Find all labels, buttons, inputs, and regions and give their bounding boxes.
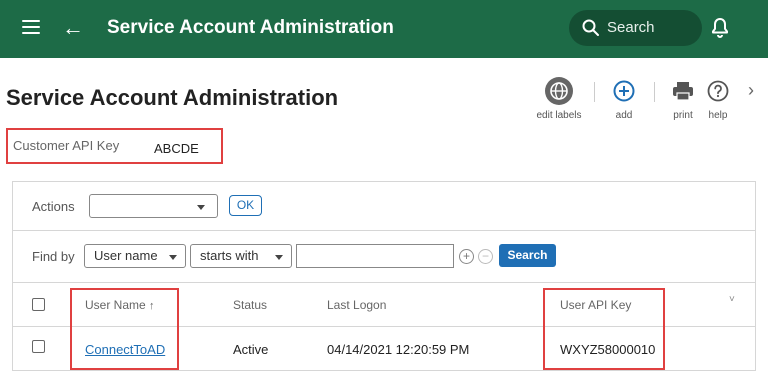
- chevron-right-icon[interactable]: ›: [748, 80, 754, 101]
- customer-api-key-label: Customer API Key: [13, 138, 120, 153]
- actions-label: Actions: [32, 199, 75, 214]
- caret-down-icon: [197, 205, 205, 210]
- back-arrow-icon[interactable]: ←: [62, 14, 84, 42]
- select-all-checkbox[interactable]: [32, 298, 45, 311]
- actions-select[interactable]: [89, 194, 218, 218]
- add-circle-icon: [613, 80, 635, 102]
- menu-icon[interactable]: [22, 20, 40, 36]
- global-search[interactable]: Search: [569, 10, 702, 46]
- column-menu-icon[interactable]: ˅: [729, 294, 735, 305]
- row-checkbox[interactable]: [32, 340, 45, 353]
- find-operator-value: starts with: [200, 248, 259, 263]
- find-field-select[interactable]: User name: [84, 244, 186, 268]
- last-logon-cell: 04/14/2021 12:20:59 PM: [327, 342, 470, 357]
- bell-icon[interactable]: [708, 16, 732, 40]
- help-label: help: [708, 110, 728, 121]
- add-button[interactable]: add: [599, 78, 649, 121]
- ok-button[interactable]: OK: [229, 195, 262, 216]
- user-api-key-highlight: [543, 288, 665, 370]
- help-icon: [707, 80, 729, 102]
- globe-icon: [545, 77, 573, 105]
- customer-api-key-value: ABCDE: [154, 141, 199, 156]
- edit-labels-label: edit labels: [536, 110, 582, 121]
- help-button[interactable]: help: [693, 78, 743, 121]
- printer-icon: [673, 82, 693, 101]
- find-operator-select[interactable]: starts with: [190, 244, 292, 268]
- find-field-value: User name: [94, 248, 158, 263]
- app-title: Service Account Administration: [107, 17, 394, 38]
- add-criteria-icon[interactable]: +: [459, 249, 474, 264]
- app-bar: ← Service Account Administration Search: [0, 0, 768, 58]
- edit-labels-button[interactable]: edit labels: [534, 77, 584, 121]
- add-label: add: [615, 110, 633, 121]
- toolbar-divider: [594, 82, 595, 102]
- page-title: Service Account Administration: [6, 85, 339, 110]
- column-last-logon[interactable]: Last Logon: [327, 298, 386, 312]
- search-icon: [582, 19, 599, 36]
- find-by-label: Find by: [32, 249, 75, 264]
- column-status[interactable]: Status: [233, 298, 267, 312]
- status-cell: Active: [233, 342, 269, 357]
- user-name-highlight: [70, 288, 179, 370]
- search-button[interactable]: Search: [499, 244, 556, 267]
- toolbar-divider: [654, 82, 655, 102]
- caret-down-icon: [275, 255, 283, 260]
- find-value-input[interactable]: [296, 244, 454, 268]
- caret-down-icon: [169, 255, 177, 260]
- remove-criteria-icon[interactable]: −: [478, 249, 493, 264]
- search-placeholder: Search: [607, 19, 655, 36]
